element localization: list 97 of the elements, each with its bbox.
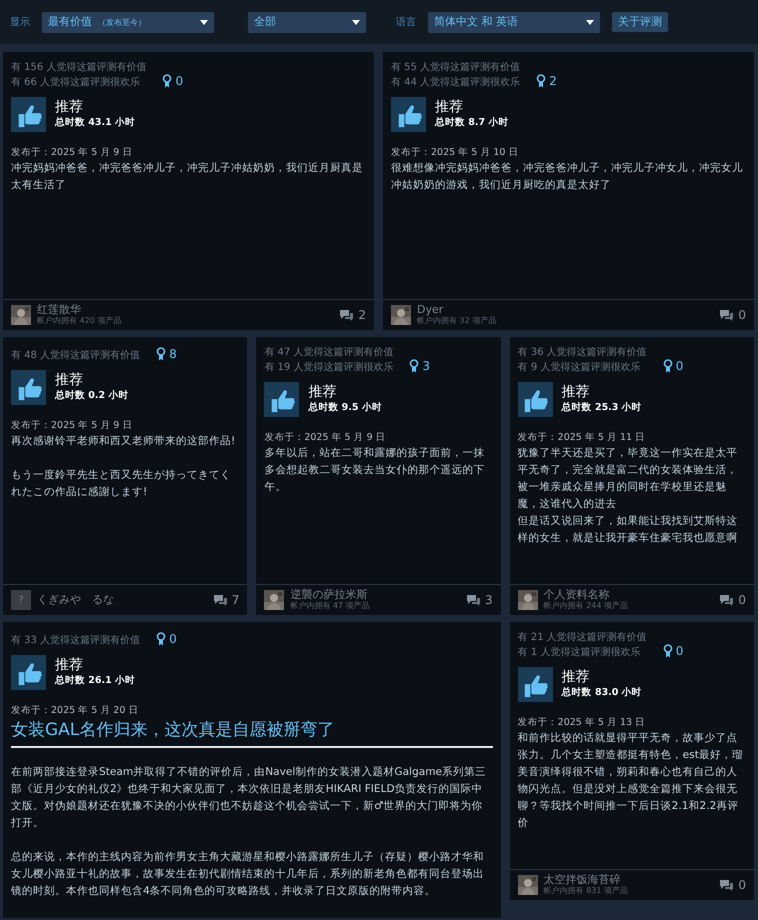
product-count: 帐户内拥有 32 项产品 [417,316,496,326]
author-name[interactable]: くぎみや るな [37,594,114,606]
award-count[interactable]: 0 [662,357,684,375]
post-date: 发布于：2025 年 5 月 20 日 [11,704,140,718]
caret-icon [352,20,360,24]
language-dropdown[interactable]: 简体中文 和 英语 [428,12,600,32]
post-date: 发布于：2025 年 5 月 9 日 [264,431,387,445]
product-count: 帐户内拥有 831 项产品 [544,886,628,896]
playtime-text: 总时数 8.7 小时 [435,116,508,130]
author-name[interactable]: 逆襲の萨拉米斯 [290,589,370,601]
thumbs-up-icon [518,667,553,702]
thumbs-up-icon [518,382,553,417]
post-date: 发布于：2025 年 5 月 13 日 [518,716,646,730]
helpful-count-text: 有 36 人觉得这篇评测有价值 [518,346,647,360]
award-icon [156,632,166,646]
comments-icon [719,594,734,606]
funny-count-text: 有 9 人觉得这篇评测很欢乐 [518,360,642,375]
comments-icon [339,309,354,321]
comment-count[interactable]: 0 [719,306,746,324]
comment-count[interactable]: 2 [339,306,366,324]
review-text: 犹豫了半天还是买了，毕竟这一作实在是太平平无奇了，完全就是富二代的女装体验生活，被一堆亲戚众星捧月的同时在学校里还是魅魔，这谁代入的进去 [518,446,739,512]
recommendation-label: 推荐 [562,668,591,686]
caret-icon [586,20,594,24]
recommendation-label: 推荐 [308,383,338,402]
review-title[interactable]: 女装GAL名作归来，这次真是自愿被掰弯了 [11,718,493,748]
review-text: 很难想像冲完妈妈冲爸爸，冲完爸爸冲儿子，冲完儿子冲女儿，冲完女儿冲姑奶奶的游戏，我们近月厨吃的真是太好了 [391,161,744,194]
review-text: 冲完妈妈冲爸爸，冲完爸爸冲儿子，冲完儿子冲姑奶奶，我们近月厨真是太有生活了 [11,161,364,194]
helpful-count-text: 有 47 人觉得这篇评测有价值 [264,346,394,360]
funny-count-text: 有 19 人觉得这篇评测很欢乐 [264,360,394,375]
recommendation-label: 推荐 [55,371,84,390]
playtime-text: 总时数 25.3 小时 [562,401,642,416]
funny-count-text: 有 66 人觉得这篇评测很欢乐 [11,76,142,90]
product-count: 帐户内拥有 244 项产品 [544,601,628,611]
author-name[interactable]: 个人资料名称 [544,589,628,601]
post-date: 发布于：2025 年 5 月 9 日 [11,146,134,160]
award-count[interactable]: 3 [409,357,430,375]
about-reviews-button[interactable]: 关于评测 [612,12,668,32]
award-count[interactable]: 0 [662,642,684,660]
filter-dropdown[interactable]: 全部 [248,12,366,32]
author-name[interactable]: 太空拌饭海苔碎 [544,874,628,886]
helpful-count-text: 有 21 人觉得这篇评测有价值 [518,630,647,645]
thumbs-up-icon [264,382,300,417]
comments-icon [466,594,482,606]
award-count[interactable]: 0 [162,72,184,90]
award-icon [156,347,166,361]
playtime-text: 总时数 26.1 小时 [55,674,136,688]
comment-count[interactable]: 0 [719,591,746,609]
thumbs-up-icon [11,655,46,690]
post-date: 发布于：2025 年 5 月 10 日 [391,146,520,160]
review-text: 总的来说，本作的主线内容为前作男女主角大藏游星和樱小路露娜所生儿子（存疑）樱小路才华和女儿樱小路亚十礼的故事，故事发生在初代剧情结束的十几年后，系列的新老角色都有同台登场出镜的时刻。本作也同样包含4条不同角色的可攻略路线，并收录了日文原版的附带内容。 [11,850,485,900]
playtime-text: 总时数 83.0 小时 [562,686,642,700]
funny-count-text: 有 1 人觉得这篇评测很欢乐 [518,646,642,660]
award-icon [662,359,673,373]
thumbs-up-icon [391,97,426,132]
award-count[interactable]: 0 [156,630,177,648]
post-date: 发布于：2025 年 5 月 9 日 [11,419,134,433]
post-date: 发布于：2025 年 5 月 11 日 [518,431,646,445]
helpful-count-text: 有 33 人觉得这篇评测有价值 [11,634,140,648]
playtime-text: 总时数 0.2 小时 [55,389,128,404]
comments-icon [719,309,734,321]
award-icon [162,74,172,88]
author-name[interactable]: 红莲散华 [37,304,122,316]
caret-icon [200,20,208,24]
funny-count-text: 有 44 人觉得这篇评测很欢乐 [391,76,520,90]
review-text: 和前作比较的话就显得平平无奇，故事少了点张力。几个女主塑造都挺有特色，est最好，瑠美音演绎得很不错，朔莉和春心也有自己的人物闪光点。但是没对上感觉全篇推下来会很无聊？等我找个时间推一下后日谈2.1和2.2再评价 [518,731,744,832]
recommendation-label: 推荐 [55,98,84,116]
review-text: もう一度鈴平先生と西又先生が持ってきてくれたこの作品に感謝します! [11,468,232,500]
sort-dropdown[interactable]: 最有价值 （发布至今） [42,12,214,32]
award-icon [662,644,673,658]
recommendation-label: 推荐 [435,98,464,116]
helpful-count-text: 有 48 人觉得这篇评测有价值 [11,348,140,363]
helpful-count-text: 有 55 人觉得这篇评测有价值 [391,60,520,75]
display-label: 显示 [10,16,30,30]
thumbs-up-icon [11,97,46,132]
author-name[interactable]: Dyer [417,304,496,316]
playtime-text: 总时数 9.5 小时 [308,401,382,416]
playtime-text: 总时数 43.1 小时 [55,116,136,130]
award-icon [536,74,546,88]
award-count[interactable]: 8 [156,345,177,363]
product-count: 帐户内拥有 420 项产品 [37,316,122,326]
helpful-count-text: 有 156 人觉得这篇评测有价值 [11,60,146,75]
recommendation-label: 推荐 [562,383,591,402]
review-text: 多年以后，站在二哥和露娜的孩子面前，一抹多会想起教二哥女装去当女仆的那个遥远的下午。 [264,446,486,496]
product-count: 帐户内拥有 47 项产品 [290,601,370,611]
thumbs-up-icon [11,370,46,405]
review-text: 再次感谢铃平老师和西又老师带来的这部作品! [11,434,236,450]
language-label: 语言 [396,16,416,30]
comment-count[interactable]: 0 [719,876,746,894]
review-text: 但是话又说回来了，如果能让我找到艾斯特这样的女生，就是让我开豪车住豪宅我也愿意啊 [518,514,739,546]
award-count[interactable]: 2 [536,72,557,90]
comments-icon [719,879,734,891]
comment-count[interactable]: 3 [466,591,493,609]
review-text: 在前两部接连登录Steam并取得了不错的评价后，由Navel制作的女装潜入题材Galgame系列第三部《近月少女的礼仪2》也终于和大家见面了，本次依旧是老朋友HIKARI FIELD负责发行的国际中文版。对伪娘题材还在犹豫不决的小伙伴们也不妨趁这个机会尝试一下，新♂世界的大门即将为你打开。 [11,765,488,832]
recommendation-label: 推荐 [55,656,84,674]
comment-count[interactable]: 7 [212,591,240,609]
award-icon [409,359,420,373]
comments-icon [212,594,228,606]
